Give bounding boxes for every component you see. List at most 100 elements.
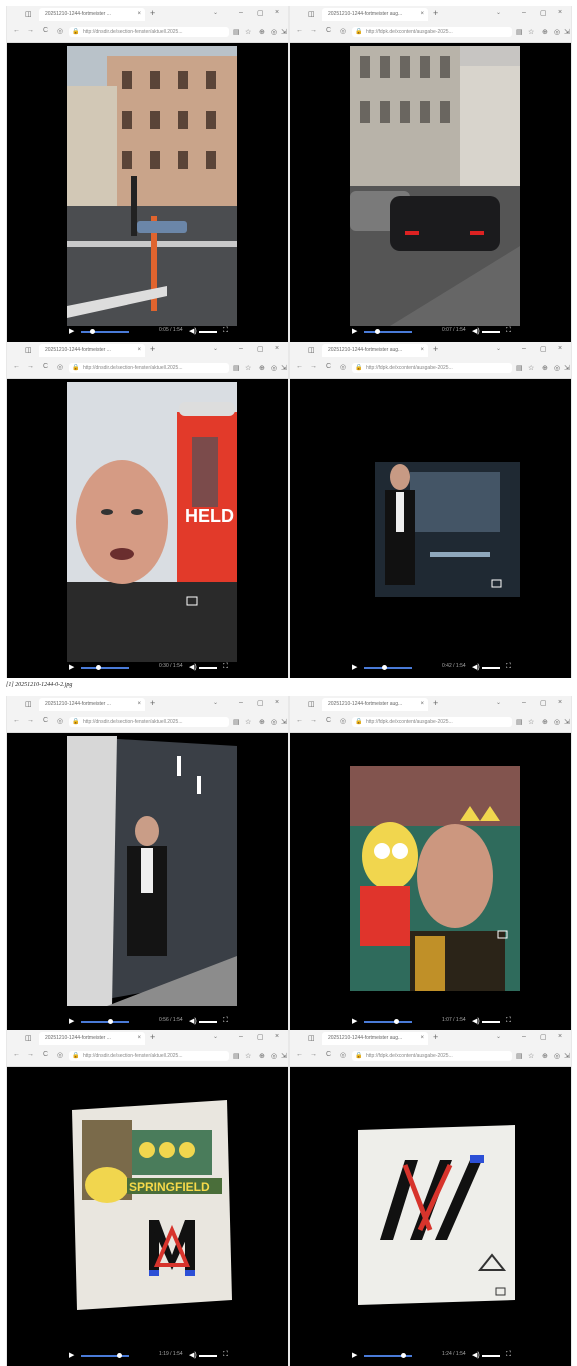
profile-icon[interactable]: ◎ (271, 1052, 277, 1060)
forward-icon[interactable]: → (310, 717, 317, 724)
tab-list-icon[interactable]: ◫ (308, 10, 315, 18)
video-frame[interactable] (350, 736, 520, 1016)
tab-overflow-icon[interactable]: ⌄ (496, 1033, 501, 1040)
tab-list-icon[interactable]: ◫ (25, 700, 32, 708)
forward-icon[interactable]: → (310, 363, 317, 370)
profile-icon[interactable]: ◎ (554, 28, 560, 36)
maximize-button[interactable]: ▢ (540, 9, 547, 17)
close-tab-icon[interactable]: × (137, 344, 141, 357)
back-icon[interactable]: ← (296, 363, 303, 370)
close-tab-icon[interactable]: × (137, 8, 141, 21)
maximize-button[interactable]: ▢ (540, 1033, 547, 1041)
reload-icon[interactable]: C (43, 363, 48, 370)
minimize-button[interactable]: – (522, 345, 526, 352)
browser-tab[interactable]: 20251210-1244-fortmeister ... × (39, 1032, 145, 1045)
minimize-button[interactable]: – (239, 9, 243, 16)
address-bar[interactable]: 🔒 http://dnsdir.de/section-fenster/aktue… (69, 363, 229, 373)
menu-icon[interactable]: ⇲ (281, 718, 287, 726)
maximize-button[interactable]: ▢ (257, 699, 264, 707)
new-tab-button[interactable]: + (150, 8, 155, 18)
minimize-button[interactable]: – (522, 9, 526, 16)
menu-icon[interactable]: ⇲ (281, 28, 287, 36)
minimize-button[interactable]: – (239, 1033, 243, 1040)
seek-handle[interactable] (394, 1019, 399, 1024)
fullscreen-icon[interactable]: ⛶ (506, 1351, 511, 1359)
seek-handle[interactable] (108, 1019, 113, 1024)
reader-icon[interactable]: ▤ (233, 28, 240, 36)
extensions-icon[interactable]: ⊕ (259, 364, 265, 372)
new-tab-button[interactable]: + (150, 344, 155, 354)
close-window-button[interactable]: × (558, 345, 562, 352)
volume-icon[interactable]: ◀) (472, 663, 480, 671)
reload-icon[interactable]: C (326, 1051, 331, 1058)
star-icon[interactable]: ☆ (528, 1052, 534, 1060)
volume-slider[interactable] (482, 1021, 500, 1023)
tab-overflow-icon[interactable]: ⌄ (496, 9, 501, 16)
volume-icon[interactable]: ◀) (189, 1351, 197, 1359)
reader-icon[interactable]: ▤ (516, 364, 523, 372)
address-bar[interactable]: 🔒 http://dnsdir.de/section-fenster/aktue… (69, 1051, 229, 1061)
minimize-button[interactable]: – (239, 345, 243, 352)
menu-icon[interactable]: ⇲ (564, 1052, 570, 1060)
play-icon[interactable]: ▶ (69, 1351, 74, 1359)
video-frame[interactable]: HELD (67, 382, 237, 662)
play-icon[interactable]: ▶ (69, 1017, 74, 1025)
shield-icon[interactable]: ◎ (57, 717, 63, 725)
star-icon[interactable]: ☆ (528, 28, 534, 36)
reader-icon[interactable]: ▤ (516, 28, 523, 36)
play-icon[interactable]: ▶ (352, 1017, 357, 1025)
forward-icon[interactable]: → (310, 27, 317, 34)
back-icon[interactable]: ← (296, 27, 303, 34)
reader-icon[interactable]: ▤ (233, 718, 240, 726)
new-tab-button[interactable]: + (433, 698, 438, 708)
close-window-button[interactable]: × (558, 1033, 562, 1040)
volume-slider[interactable] (482, 667, 500, 669)
extensions-icon[interactable]: ⊕ (259, 28, 265, 36)
video-frame[interactable] (350, 46, 520, 326)
close-tab-icon[interactable]: × (420, 344, 424, 357)
shield-icon[interactable]: ◎ (340, 1051, 346, 1059)
reader-icon[interactable]: ▤ (516, 1052, 523, 1060)
maximize-button[interactable]: ▢ (540, 345, 547, 353)
seek-bar[interactable] (81, 667, 129, 669)
video-frame[interactable] (67, 736, 237, 1016)
play-icon[interactable]: ▶ (352, 663, 357, 671)
tab-list-icon[interactable]: ◫ (308, 1034, 315, 1042)
close-tab-icon[interactable]: × (137, 698, 141, 711)
menu-icon[interactable]: ⇲ (564, 28, 570, 36)
reader-icon[interactable]: ▤ (233, 1052, 240, 1060)
menu-icon[interactable]: ⇲ (281, 1052, 287, 1060)
seek-handle[interactable] (382, 665, 387, 670)
star-icon[interactable]: ☆ (245, 1052, 251, 1060)
menu-icon[interactable]: ⇲ (564, 718, 570, 726)
extensions-icon[interactable]: ⊕ (542, 28, 548, 36)
back-icon[interactable]: ← (13, 1051, 20, 1058)
forward-icon[interactable]: → (27, 717, 34, 724)
profile-icon[interactable]: ◎ (554, 364, 560, 372)
seek-handle[interactable] (90, 329, 95, 334)
reload-icon[interactable]: C (43, 27, 48, 34)
video-frame[interactable]: SPRINGFIELD (67, 1070, 237, 1350)
shield-icon[interactable]: ◎ (340, 27, 346, 35)
tab-overflow-icon[interactable]: ⌄ (213, 1033, 218, 1040)
volume-slider[interactable] (199, 331, 217, 333)
play-icon[interactable]: ▶ (69, 663, 74, 671)
address-bar[interactable]: 🔒 http://fdpk.de/xcontent/ausgabe-2025..… (352, 27, 512, 37)
volume-icon[interactable]: ◀) (472, 1017, 480, 1025)
extensions-icon[interactable]: ⊕ (259, 718, 265, 726)
new-tab-button[interactable]: + (150, 1032, 155, 1042)
shield-icon[interactable]: ◎ (340, 717, 346, 725)
new-tab-button[interactable]: + (150, 698, 155, 708)
new-tab-button[interactable]: + (433, 1032, 438, 1042)
reload-icon[interactable]: C (326, 363, 331, 370)
volume-slider[interactable] (482, 1355, 500, 1357)
close-window-button[interactable]: × (275, 9, 279, 16)
fullscreen-icon[interactable]: ⛶ (223, 327, 228, 335)
back-icon[interactable]: ← (296, 1051, 303, 1058)
browser-tab[interactable]: 20251210-1244-fortmeister aug... × (322, 1032, 428, 1045)
volume-slider[interactable] (482, 331, 500, 333)
address-bar[interactable]: 🔒 http://dnsdir.de/section-fenster/aktue… (69, 27, 229, 37)
reload-icon[interactable]: C (326, 27, 331, 34)
close-window-button[interactable]: × (275, 699, 279, 706)
new-tab-button[interactable]: + (433, 344, 438, 354)
